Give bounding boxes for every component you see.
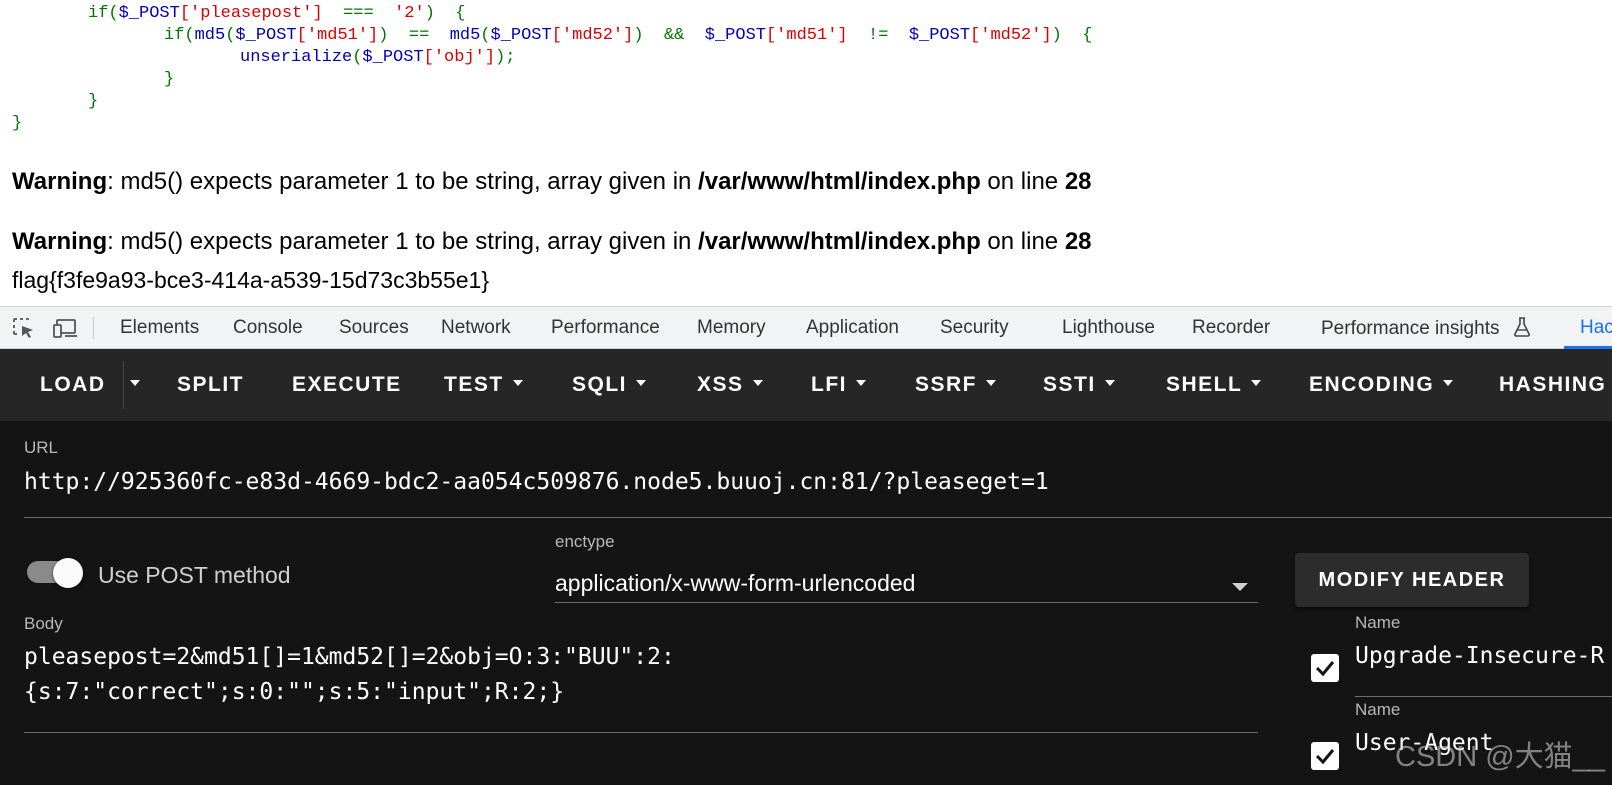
tab-performance[interactable]: Performance	[551, 317, 660, 339]
header-name-input[interactable]: Upgrade-Insecure-R	[1355, 643, 1604, 669]
tab-sources[interactable]: Sources	[339, 317, 409, 339]
menu-label: LFI	[811, 373, 847, 396]
caret-down-icon	[986, 380, 997, 387]
caret-down-icon	[752, 380, 763, 387]
enctype-underline	[555, 602, 1258, 603]
check-icon	[1315, 661, 1335, 677]
enctype-select[interactable]: application/x-www-form-urlencoded	[555, 570, 915, 597]
caret-down-icon	[1104, 380, 1115, 387]
sqli-menu-button[interactable]: SQLI	[572, 349, 647, 421]
tab-performance-insights[interactable]: Performance insights	[1321, 317, 1531, 343]
code-line-if-pleasepost: if($_POST['pleasepost'] === '2') {	[88, 4, 466, 23]
csdn-watermark: CSDN @大猫__	[1395, 741, 1605, 773]
flag-output: flag{f3fe9a93-bce3-414a-a539-15d73c3b55e…	[12, 267, 490, 293]
device-toolbar-icon[interactable]	[53, 317, 77, 339]
devtools-tab-bar: Elements Console Sources Network Perform…	[0, 306, 1612, 349]
tab-console[interactable]: Console	[233, 317, 303, 339]
tab-security[interactable]: Security	[940, 317, 1009, 339]
check-icon	[1315, 749, 1335, 765]
tab-application[interactable]: Application	[806, 317, 899, 339]
caret-down-icon	[1443, 380, 1454, 387]
header-enable-checkbox[interactable]	[1311, 742, 1339, 770]
body-label: Body	[24, 614, 63, 633]
php-warning: Warning: md5() expects parameter 1 to be…	[12, 228, 1092, 255]
tab-elements[interactable]: Elements	[120, 317, 199, 339]
tab-network[interactable]: Network	[441, 317, 511, 339]
lfi-menu-button[interactable]: LFI	[811, 349, 866, 421]
body-textarea-line[interactable]: pleasepost=2&md51[]=1&md52[]=2&obj=O:3:"…	[24, 644, 675, 670]
post-method-toggle-knob[interactable]	[53, 558, 83, 588]
tab-memory[interactable]: Memory	[697, 317, 766, 339]
menu-label: ENCODING	[1309, 373, 1435, 396]
hackbar-toolbar: LOAD SPLIT EXECUTE TEST SQLI XSS LFI SSR…	[0, 349, 1612, 421]
caret-down-icon	[130, 380, 140, 387]
page-output: if($_POST['pleasepost'] === '2') { if(md…	[0, 0, 1612, 306]
split-button[interactable]: SPLIT	[177, 349, 244, 421]
body-textarea-line[interactable]: {s:7:"correct";s:0:"";s:5:"input";R:2;}	[24, 679, 564, 705]
ssrf-menu-button[interactable]: SSRF	[915, 349, 997, 421]
load-dropdown-button[interactable]	[130, 349, 140, 421]
header-underline	[1355, 696, 1612, 697]
caret-down-icon	[1251, 380, 1262, 387]
url-label: URL	[24, 438, 59, 457]
body-underline	[24, 732, 1258, 733]
menu-label: SQLI	[572, 373, 628, 396]
divider	[93, 317, 94, 339]
url-input[interactable]: http://925360fc-e83d-4669-bdc2-aa054c509…	[24, 469, 1049, 495]
test-menu-button[interactable]: TEST	[444, 349, 523, 421]
xss-menu-button[interactable]: XSS	[697, 349, 763, 421]
menu-label: SSRF	[915, 373, 978, 396]
code-close-brace: }	[12, 114, 23, 133]
code-line-unserialize: unserialize($_POST['obj']);	[240, 48, 516, 67]
php-warning: Warning: md5() expects parameter 1 to be…	[12, 168, 1092, 195]
inspect-element-icon[interactable]	[12, 317, 36, 339]
shell-menu-button[interactable]: SHELL	[1166, 349, 1262, 421]
caret-down-icon	[512, 380, 523, 387]
code-close-brace: }	[164, 70, 175, 89]
tab-recorder[interactable]: Recorder	[1192, 317, 1270, 339]
divider	[123, 361, 124, 409]
ssti-menu-button[interactable]: SSTI	[1043, 349, 1115, 421]
tab-label: Performance insights	[1321, 318, 1500, 339]
tab-lighthouse[interactable]: Lighthouse	[1062, 317, 1155, 339]
header-name-label: Name	[1355, 613, 1401, 632]
code-close-brace: }	[88, 92, 99, 111]
menu-label: XSS	[697, 373, 744, 396]
post-method-label: Use POST method	[98, 562, 291, 588]
header-enable-checkbox[interactable]	[1311, 654, 1339, 682]
load-button[interactable]: LOAD	[40, 349, 106, 421]
enctype-label: enctype	[555, 532, 615, 551]
header-name-label: Name	[1355, 700, 1401, 719]
encoding-menu-button[interactable]: ENCODING	[1309, 349, 1454, 421]
execute-button[interactable]: EXECUTE	[292, 349, 402, 421]
menu-label: SSTI	[1043, 373, 1096, 396]
modify-header-button[interactable]: MODIFY HEADER	[1295, 553, 1529, 607]
hashing-menu-button[interactable]: HASHING	[1499, 349, 1606, 421]
menu-label: TEST	[444, 373, 504, 396]
url-underline	[24, 517, 1612, 518]
caret-down-icon	[636, 380, 647, 387]
code-line-if-md5: if(md5($_POST['md51']) == md5($_POST['md…	[164, 26, 1093, 45]
flask-icon	[1513, 317, 1531, 343]
caret-down-icon	[856, 380, 866, 387]
hackbar-panel: URL http://925360fc-e83d-4669-bdc2-aa054…	[0, 421, 1612, 785]
menu-label: SHELL	[1166, 373, 1243, 396]
dropdown-arrow-icon[interactable]	[1232, 583, 1248, 591]
tab-hackbar[interactable]: Hac	[1580, 317, 1612, 339]
